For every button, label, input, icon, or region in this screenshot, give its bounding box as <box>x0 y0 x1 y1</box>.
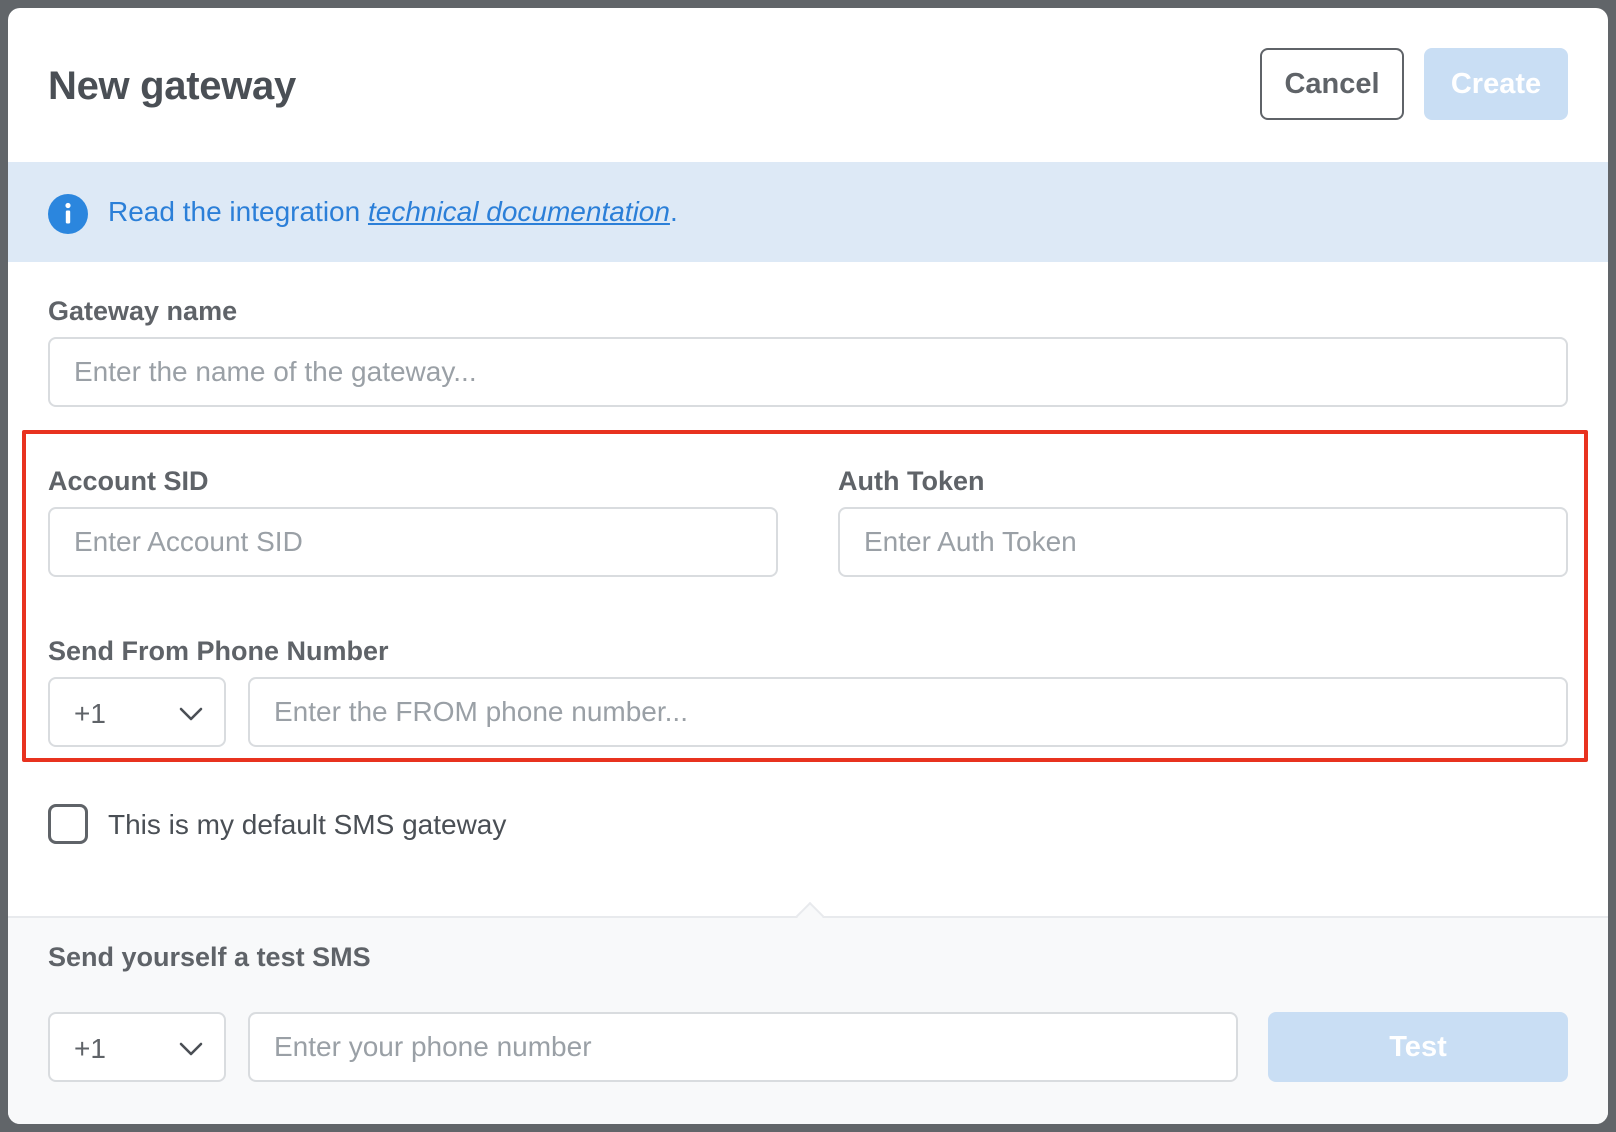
account-sid-input[interactable] <box>48 507 778 577</box>
info-icon <box>48 194 88 234</box>
from-phone-label: Send From Phone Number <box>48 636 389 666</box>
test-sms-label: Send yourself a test SMS <box>48 942 371 972</box>
chevron-down-icon <box>178 701 204 727</box>
gateway-name-input[interactable] <box>48 337 1568 407</box>
test-phone-input[interactable] <box>248 1012 1238 1082</box>
create-button[interactable]: Create <box>1424 48 1568 120</box>
info-banner: Read the integration technical documenta… <box>8 162 1608 262</box>
banner-text-before: Read the integration <box>108 196 368 227</box>
modal-header: New gateway Cancel Create <box>8 8 1608 162</box>
account-sid-label: Account SID <box>48 466 209 496</box>
gateway-name-label: Gateway name <box>48 296 238 326</box>
auth-token-input[interactable] <box>838 507 1568 577</box>
auth-token-label: Auth Token <box>838 466 985 496</box>
test-button[interactable]: Test <box>1268 1012 1568 1082</box>
default-gateway-label[interactable]: This is my default SMS gateway <box>108 809 506 841</box>
default-gateway-checkbox[interactable] <box>48 804 88 844</box>
cancel-button[interactable]: Cancel <box>1260 48 1404 120</box>
from-country-code-value: +1 <box>74 698 106 729</box>
banner-text: Read the integration technical documenta… <box>108 196 678 228</box>
test-country-code-value: +1 <box>74 1033 106 1064</box>
technical-documentation-link[interactable]: technical documentation <box>368 196 670 227</box>
banner-text-after: . <box>669 196 678 227</box>
new-gateway-modal: New gateway Cancel Create Read the integ… <box>8 8 1608 1124</box>
chevron-down-icon <box>178 1036 204 1062</box>
from-country-code-select[interactable]: +1 <box>48 677 226 747</box>
from-phone-input[interactable] <box>248 677 1568 747</box>
page-title: New gateway <box>48 64 296 108</box>
test-country-code-select[interactable]: +1 <box>48 1012 226 1082</box>
